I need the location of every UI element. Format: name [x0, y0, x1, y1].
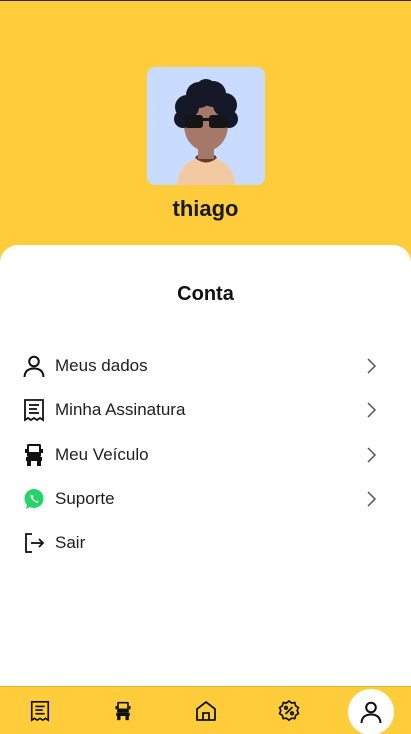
chevron-right-icon	[367, 402, 377, 418]
receipt-icon	[30, 701, 50, 722]
nav-home[interactable]	[183, 687, 229, 734]
menu-item-sair[interactable]: Sair	[0, 521, 411, 565]
truck-icon	[115, 701, 131, 721]
avatar[interactable]	[147, 67, 265, 185]
nav-discounts[interactable]	[266, 687, 312, 734]
nav-profile[interactable]	[348, 689, 394, 734]
username: thiago	[172, 196, 239, 221]
chevron-right-icon	[367, 447, 377, 463]
user-icon	[22, 354, 46, 378]
menu-item-label: Meus dados	[55, 356, 148, 375]
menu-item-minha-assinatura[interactable]: Minha Assinatura	[0, 388, 411, 432]
nav-vehicle[interactable]	[100, 687, 146, 734]
user-icon	[360, 701, 382, 724]
discount-badge-icon	[278, 699, 300, 722]
menu-item-meu-veiculo[interactable]: Meu Veículo	[0, 433, 411, 477]
truck-icon	[22, 443, 46, 467]
logout-icon	[22, 531, 46, 555]
menu-item-meus-dados[interactable]: Meus dados	[0, 344, 411, 388]
menu-item-label: Minha Assinatura	[55, 400, 186, 419]
section-title: Conta	[177, 283, 234, 305]
receipt-icon	[22, 398, 46, 422]
menu-item-label: Sair	[55, 533, 86, 552]
chevron-right-icon	[367, 491, 377, 507]
menu-item-label: Meu Veículo	[55, 445, 149, 464]
whatsapp-icon	[22, 487, 46, 511]
profile-header: thiago	[0, 1, 411, 261]
chevron-right-icon	[367, 358, 377, 374]
avatar-illustration	[174, 79, 238, 185]
home-icon	[196, 701, 216, 721]
menu-item-suporte[interactable]: Suporte	[0, 477, 411, 521]
nav-subscription[interactable]	[17, 687, 63, 734]
menu-item-label: Suporte	[55, 489, 115, 508]
